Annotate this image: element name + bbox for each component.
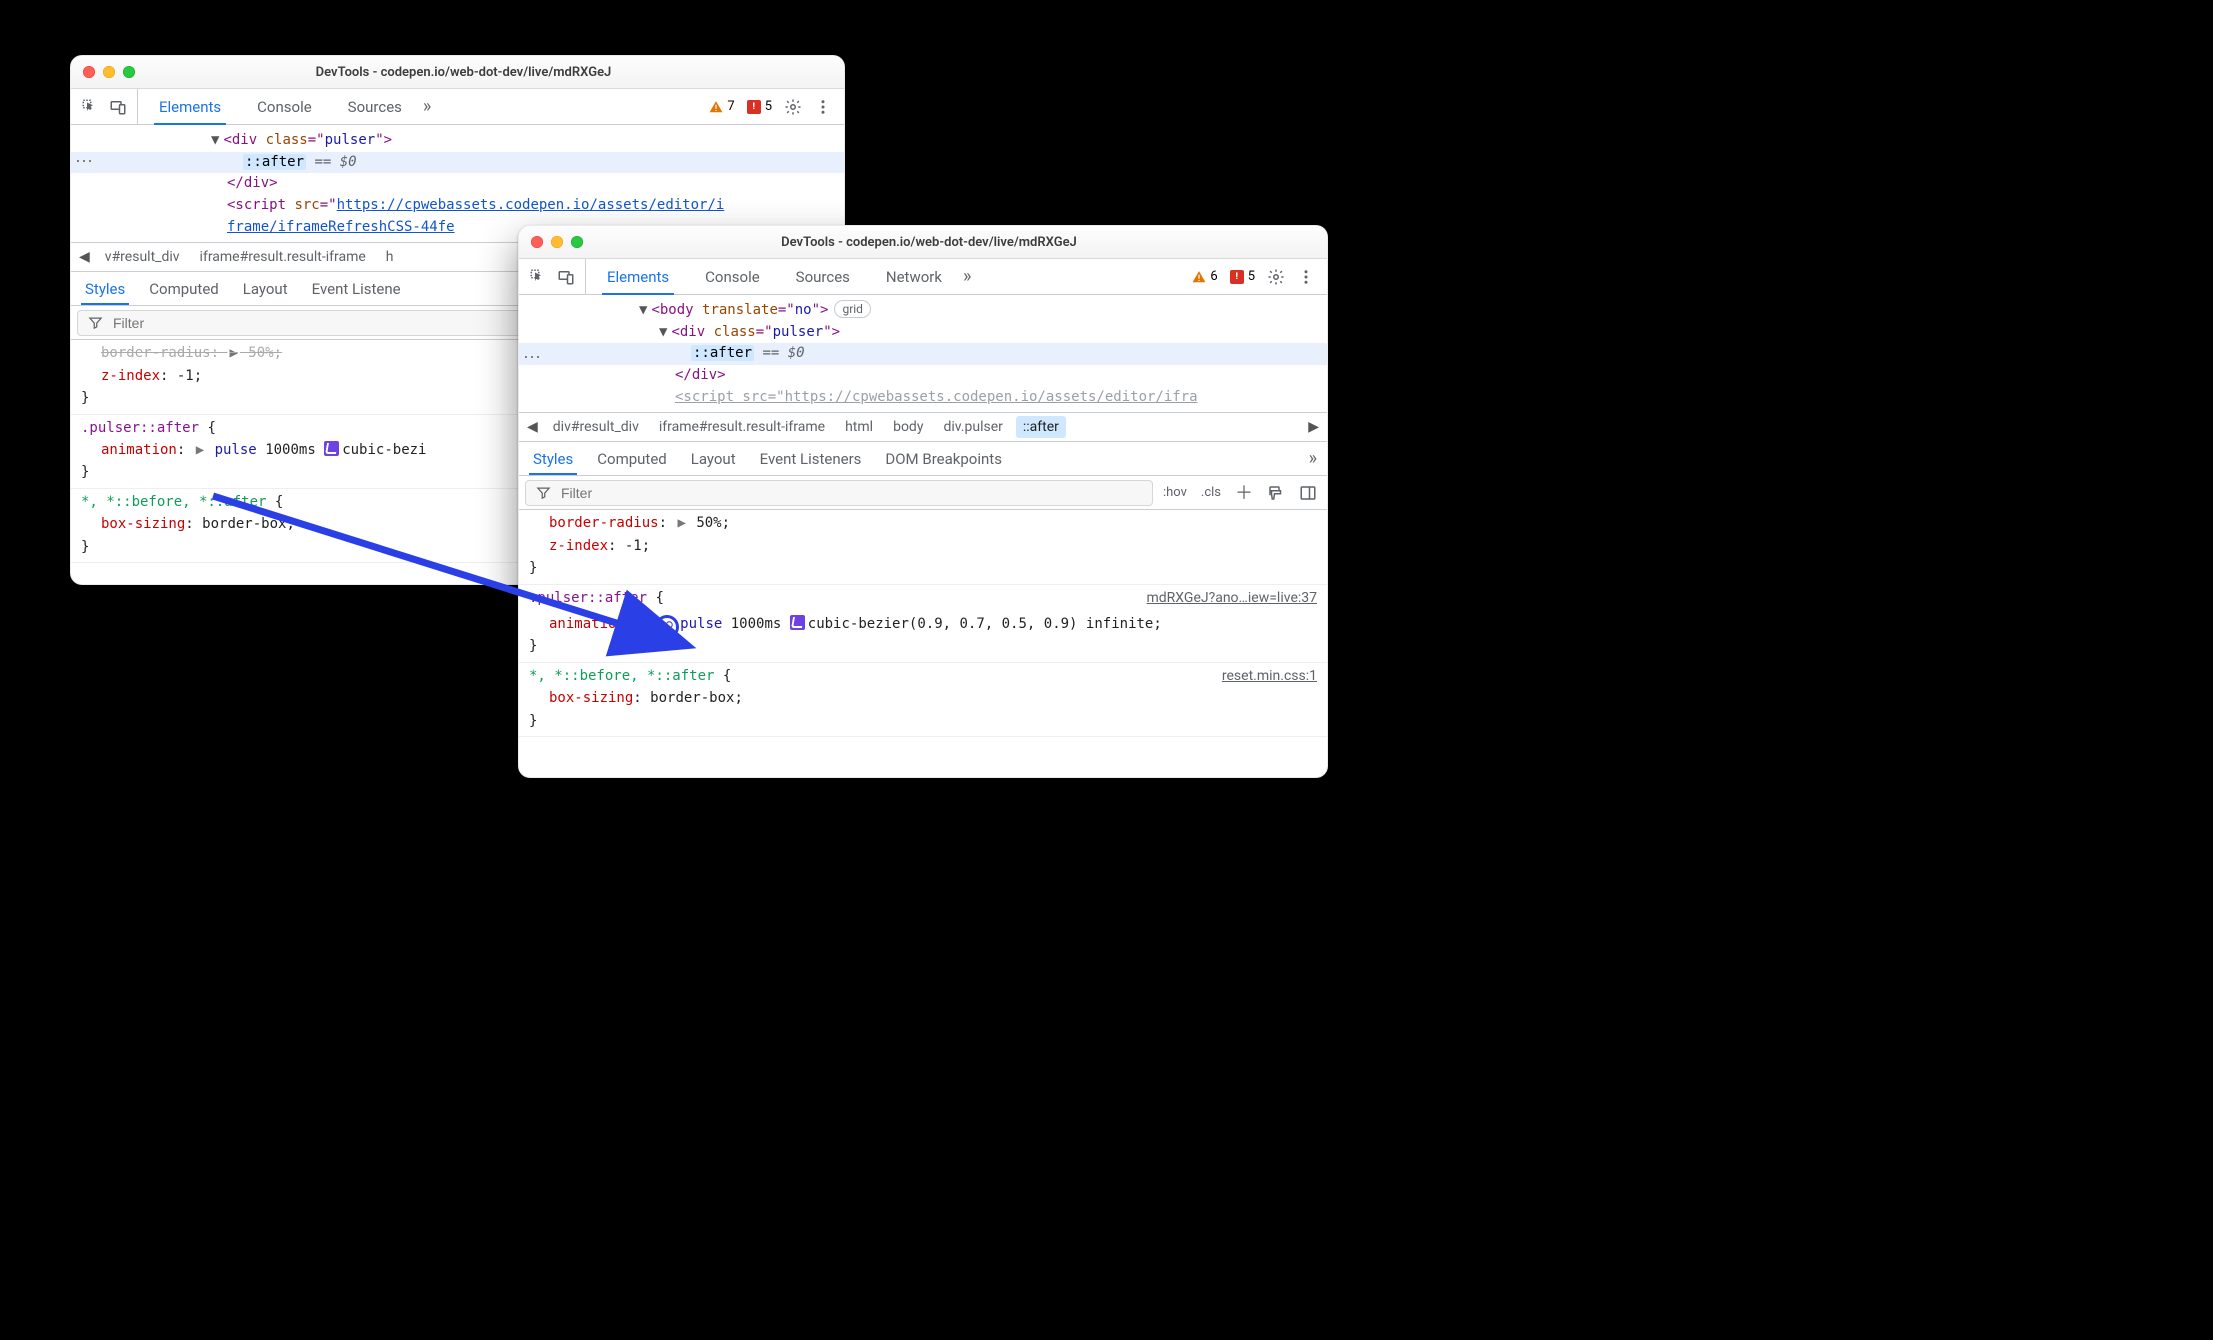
- warnings-badge[interactable]: 7: [709, 99, 734, 114]
- source-link[interactable]: mdRXGeJ?ano…iew=live:37: [1147, 587, 1318, 609]
- easing-editor-icon[interactable]: [324, 441, 339, 456]
- tabs-overflow-icon[interactable]: »: [423, 96, 431, 117]
- breadcrumb-item[interactable]: iframe#result.result-iframe: [652, 416, 832, 438]
- dom-row[interactable]: ▼<div class="pulser">: [519, 322, 1327, 344]
- css-rule[interactable]: border-radius: ▶ 50%; z-index: -1; }: [519, 510, 1327, 584]
- device-toggle-icon[interactable]: [557, 268, 575, 286]
- hov-toggle[interactable]: :hov: [1163, 485, 1187, 500]
- tab-layout[interactable]: Layout: [687, 444, 740, 474]
- dom-row[interactable]: </div>: [519, 365, 1327, 387]
- styles-subtabs: Styles Computed Layout Event Listeners D…: [519, 442, 1327, 476]
- tab-event-listeners[interactable]: Event Listene: [308, 274, 405, 304]
- elements-panel: ⋯ ▼<body translate="no">grid ▼<div class…: [519, 295, 1327, 412]
- tab-styles[interactable]: Styles: [529, 444, 577, 474]
- dom-row[interactable]: ▼<body translate="no">grid: [519, 300, 1327, 322]
- overflow-indicator-icon: ⋯: [75, 151, 95, 172]
- inspect-icon[interactable]: [81, 98, 99, 116]
- warnings-badge[interactable]: 6: [1192, 269, 1217, 284]
- tab-elements[interactable]: Elements: [592, 259, 684, 294]
- new-rule-icon[interactable]: ＋: [1235, 479, 1253, 505]
- filter-input[interactable]: [559, 484, 1142, 502]
- styles-filter-bar: :hov .cls ＋: [519, 476, 1327, 510]
- errors-count: 5: [1248, 269, 1255, 284]
- breadcrumb-item[interactable]: div.pulser: [936, 416, 1009, 438]
- tab-sources[interactable]: Sources: [781, 259, 865, 294]
- minimize-icon[interactable]: [551, 236, 563, 248]
- titlebar[interactable]: DevTools - codepen.io/web-dot-dev/live/m…: [519, 226, 1327, 259]
- window-title: DevTools - codepen.io/web-dot-dev/live/m…: [143, 65, 832, 80]
- more-menu-icon[interactable]: [814, 98, 832, 116]
- tab-dom-breakpoints[interactable]: DOM Breakpoints: [881, 444, 1006, 474]
- breadcrumb-item[interactable]: v#result_div: [98, 246, 187, 268]
- dom-row-selected[interactable]: ::after == $0: [519, 343, 1327, 365]
- breadcrumb-item[interactable]: html: [838, 416, 880, 438]
- main-toolbar: Elements Console Sources » 7 ! 5: [71, 89, 844, 125]
- animation-link-icon[interactable]: [655, 615, 679, 639]
- error-icon: !: [747, 100, 761, 114]
- filter-icon: [536, 485, 551, 500]
- paint-flash-icon[interactable]: [1267, 484, 1285, 502]
- zoom-icon[interactable]: [571, 236, 583, 248]
- breadcrumb-item[interactable]: div#result_div: [546, 416, 646, 438]
- cls-toggle[interactable]: .cls: [1201, 485, 1221, 500]
- minimize-icon[interactable]: [103, 66, 115, 78]
- error-icon: !: [1230, 270, 1244, 284]
- breadcrumb-item-selected[interactable]: ::after: [1016, 416, 1066, 438]
- zoom-icon[interactable]: [123, 66, 135, 78]
- easing-editor-icon[interactable]: [790, 615, 805, 630]
- tab-console[interactable]: Console: [690, 259, 775, 294]
- css-rule[interactable]: reset.min.css:1 *, *::before, *::after {…: [519, 663, 1327, 737]
- device-toggle-icon[interactable]: [109, 98, 127, 116]
- dom-row-selected[interactable]: ::after == $0: [71, 152, 844, 174]
- warnings-count: 7: [727, 99, 734, 114]
- breadcrumb-item[interactable]: iframe#result.result-iframe: [193, 246, 373, 268]
- settings-icon[interactable]: [1267, 268, 1285, 286]
- close-icon[interactable]: [83, 66, 95, 78]
- main-toolbar: Elements Console Sources Network » 6 ! 5: [519, 259, 1327, 295]
- titlebar[interactable]: DevTools - codepen.io/web-dot-dev/live/m…: [71, 56, 844, 89]
- tab-computed[interactable]: Computed: [593, 444, 671, 474]
- errors-badge[interactable]: ! 5: [747, 99, 772, 114]
- tab-console[interactable]: Console: [242, 89, 327, 124]
- errors-count: 5: [765, 99, 772, 114]
- breadcrumb-item[interactable]: h: [379, 246, 401, 268]
- devtools-window-2: DevTools - codepen.io/web-dot-dev/live/m…: [518, 225, 1328, 778]
- overflow-indicator-icon: ⋯: [523, 347, 543, 368]
- css-rule[interactable]: mdRXGeJ?ano…iew=live:37 .pulser::after {…: [519, 585, 1327, 663]
- grid-badge[interactable]: grid: [834, 300, 871, 318]
- tab-sources[interactable]: Sources: [333, 89, 417, 124]
- tab-elements[interactable]: Elements: [144, 89, 236, 124]
- dom-row[interactable]: <script src="https://cpwebassets.codepen…: [519, 387, 1327, 409]
- computed-sidebar-icon[interactable]: [1299, 484, 1317, 502]
- inspect-icon[interactable]: [529, 268, 547, 286]
- chevron-left-icon[interactable]: ◀: [525, 419, 540, 435]
- tab-styles[interactable]: Styles: [81, 274, 129, 304]
- filter-icon: [88, 315, 103, 330]
- styles-pane: border-radius: ▶ 50%; z-index: -1; } mdR…: [519, 510, 1327, 737]
- traffic-lights: [83, 66, 135, 78]
- settings-icon[interactable]: [784, 98, 802, 116]
- filter-field[interactable]: [525, 480, 1153, 506]
- warnings-count: 6: [1210, 269, 1217, 284]
- tabs-overflow-icon[interactable]: »: [963, 266, 971, 287]
- chevron-right-icon[interactable]: ▶: [1306, 419, 1321, 435]
- close-icon[interactable]: [531, 236, 543, 248]
- breadcrumb[interactable]: ◀ div#result_div iframe#result.result-if…: [519, 412, 1327, 442]
- tab-event-listeners[interactable]: Event Listeners: [756, 444, 866, 474]
- dom-row[interactable]: <script src="https://cpwebassets.codepen…: [71, 195, 844, 217]
- traffic-lights: [531, 236, 583, 248]
- source-link[interactable]: reset.min.css:1: [1222, 665, 1317, 687]
- window-title: DevTools - codepen.io/web-dot-dev/live/m…: [591, 235, 1315, 250]
- dom-row[interactable]: ▼<div class="pulser">: [71, 130, 844, 152]
- more-menu-icon[interactable]: [1297, 268, 1315, 286]
- tab-network[interactable]: Network: [871, 259, 957, 294]
- tab-computed[interactable]: Computed: [145, 274, 223, 304]
- chevron-left-icon[interactable]: ◀: [77, 249, 92, 265]
- breadcrumb-item[interactable]: body: [886, 416, 930, 438]
- tab-layout[interactable]: Layout: [239, 274, 292, 304]
- dom-row[interactable]: </div>: [71, 173, 844, 195]
- subtabs-overflow-icon[interactable]: »: [1309, 448, 1317, 469]
- errors-badge[interactable]: ! 5: [1230, 269, 1255, 284]
